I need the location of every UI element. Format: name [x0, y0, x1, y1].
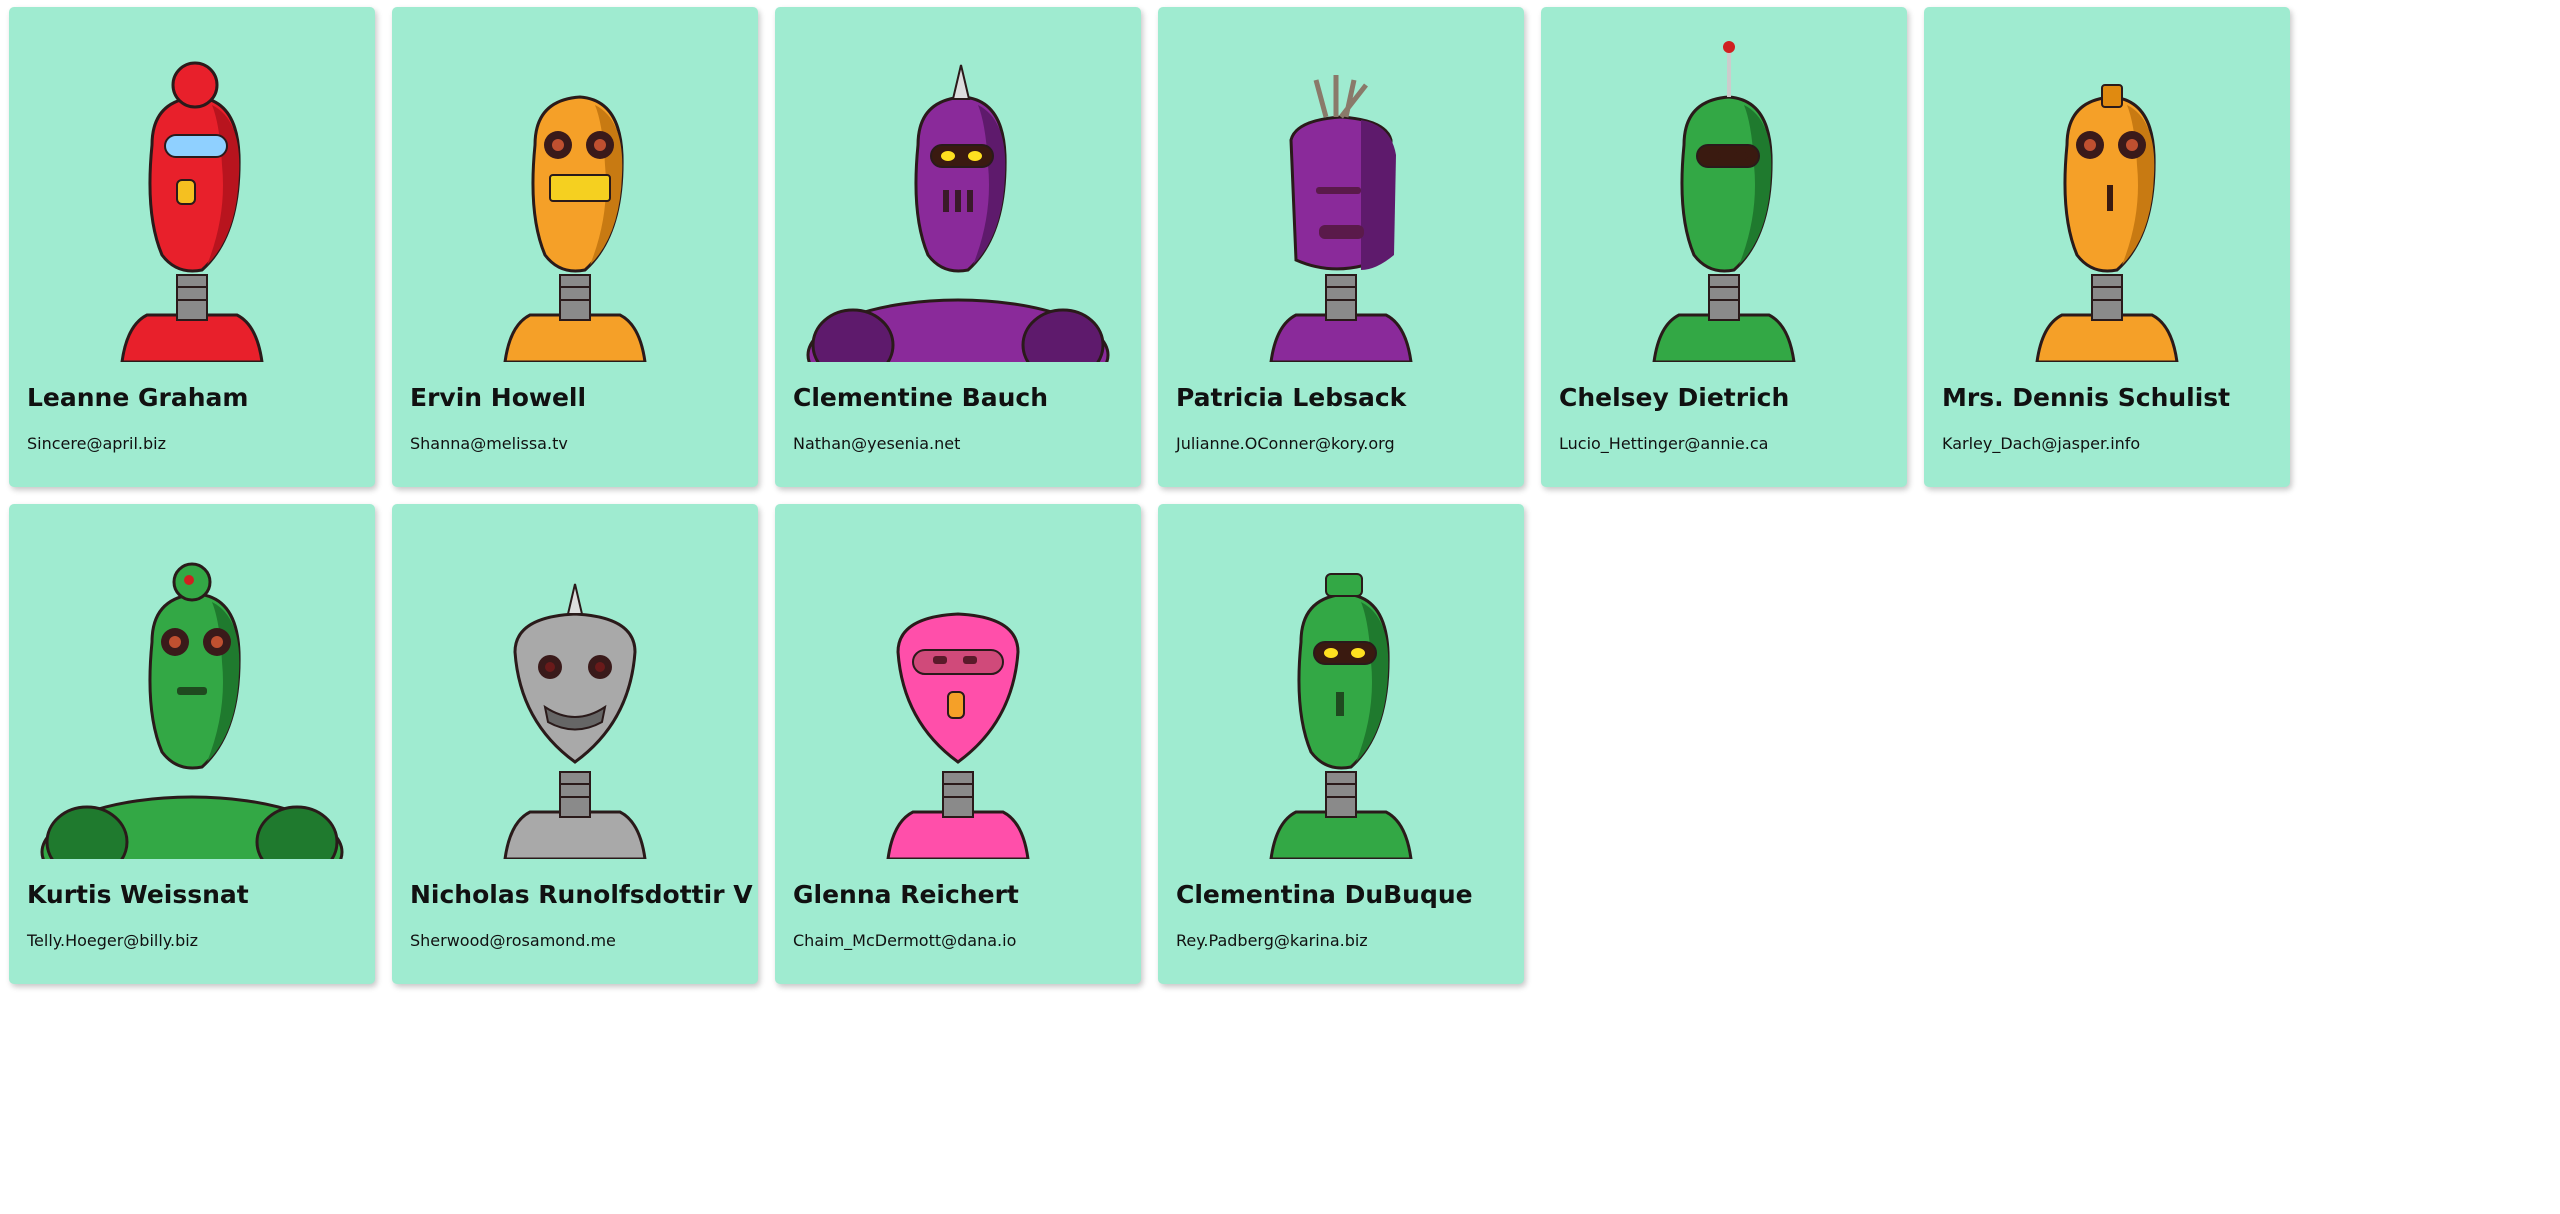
robot-avatar-icon: [27, 25, 357, 362]
robot-avatar-icon: [410, 522, 740, 859]
robot-card[interactable]: Glenna Reichert Chaim_McDermott@dana.io: [775, 504, 1141, 984]
robot-email: Chaim_McDermott@dana.io: [793, 931, 1017, 950]
robot-avatar-icon: [27, 522, 357, 859]
robot-name: Clementina DuBuque: [1176, 880, 1473, 909]
robot-avatar-icon: [1176, 25, 1506, 362]
robot-email: Nathan@yesenia.net: [793, 434, 961, 453]
robot-email: Julianne.OConner@kory.org: [1176, 434, 1395, 453]
robot-name: Leanne Graham: [27, 383, 249, 412]
robot-avatar-icon: [793, 25, 1123, 362]
robot-card[interactable]: Mrs. Dennis Schulist Karley_Dach@jasper.…: [1924, 7, 2290, 487]
robot-name: Kurtis Weissnat: [27, 880, 249, 909]
robot-email: Shanna@melissa.tv: [410, 434, 568, 453]
robot-name: Ervin Howell: [410, 383, 587, 412]
robot-card[interactable]: Kurtis Weissnat Telly.Hoeger@billy.biz: [9, 504, 375, 984]
robot-email: Karley_Dach@jasper.info: [1942, 434, 2141, 453]
robot-card[interactable]: Nicholas Runolfsdottir V Sherwood@rosamo…: [392, 504, 758, 984]
robot-card[interactable]: Ervin Howell Shanna@melissa.tv: [392, 7, 758, 487]
robot-avatar-icon: [1942, 25, 2272, 362]
robot-name: Mrs. Dennis Schulist: [1942, 383, 2231, 412]
robot-card-grid: Leanne Graham Sincere@april.biz Ervin Ho…: [9, 7, 2290, 984]
robot-card[interactable]: Chelsey Dietrich Lucio_Hettinger@annie.c…: [1541, 7, 1907, 487]
robot-email: Telly.Hoeger@billy.biz: [27, 931, 199, 950]
robot-avatar-icon: [1176, 522, 1506, 859]
robot-card[interactable]: Clementine Bauch Nathan@yesenia.net: [775, 7, 1141, 487]
robot-email: Rey.Padberg@karina.biz: [1176, 931, 1368, 950]
robot-card[interactable]: Clementina DuBuque Rey.Padberg@karina.bi…: [1158, 504, 1524, 984]
robot-card[interactable]: Leanne Graham Sincere@april.biz: [9, 7, 375, 487]
robot-avatar-icon: [1559, 25, 1889, 362]
robot-name: Glenna Reichert: [793, 880, 1019, 909]
robot-email: Lucio_Hettinger@annie.ca: [1559, 434, 1769, 453]
robot-avatar-icon: [793, 522, 1123, 859]
robot-avatar-icon: [410, 25, 740, 362]
robot-email: Sherwood@rosamond.me: [410, 931, 616, 950]
robot-name: Nicholas Runolfsdottir V: [410, 880, 753, 909]
robot-name: Chelsey Dietrich: [1559, 383, 1790, 412]
robot-email: Sincere@april.biz: [27, 434, 166, 453]
robot-name: Patricia Lebsack: [1176, 383, 1407, 412]
robot-name: Clementine Bauch: [793, 383, 1048, 412]
robot-card[interactable]: Patricia Lebsack Julianne.OConner@kory.o…: [1158, 7, 1524, 487]
